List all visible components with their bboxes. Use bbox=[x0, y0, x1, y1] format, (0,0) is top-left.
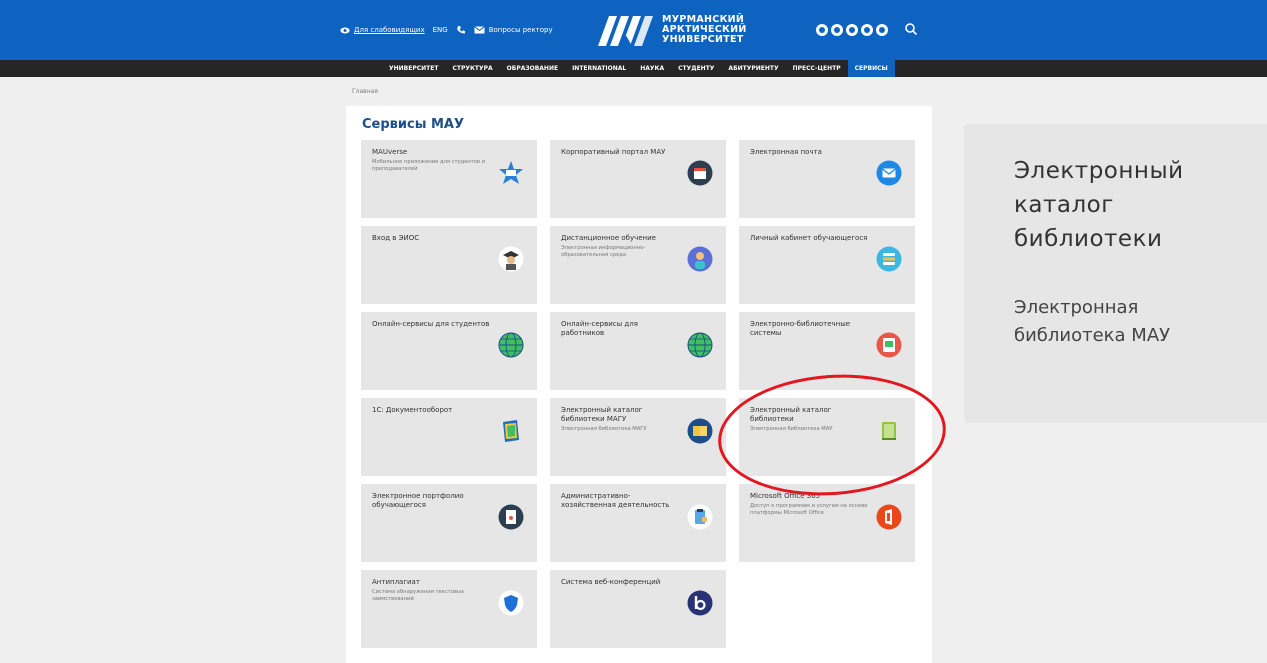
university-logo[interactable]: МУРМАНСКИЙ АРКТИЧЕСКИЙ УНИВЕРСИТЕТ bbox=[598, 6, 747, 54]
service-card-subtitle: Электронная информационно-образовательна… bbox=[561, 245, 646, 258]
service-card-admin[interactable]: Административно-хозяйственная деятельнос… bbox=[550, 484, 726, 562]
book-icon bbox=[687, 418, 713, 444]
service-card-portal[interactable]: Корпоративный портал МАУ bbox=[550, 140, 726, 218]
clipboard-icon bbox=[687, 504, 713, 530]
graduate-icon bbox=[498, 246, 524, 272]
selected-service-card[interactable]: Электронный каталог библиотеки Электронн… bbox=[964, 124, 1267, 423]
list-icon bbox=[876, 246, 902, 272]
selected-service-title: Электронный каталог библиотеки bbox=[1014, 158, 1184, 252]
nav-item-services[interactable]: СЕРВИСЫ bbox=[847, 60, 895, 77]
main-nav: УНИВЕРСИТЕТ СТРУКТУРА ОБРАЗОВАНИЕ INTERN… bbox=[0, 60, 1267, 77]
service-card-title: Онлайн-сервисы для работников bbox=[561, 320, 638, 337]
lang-label: ENG bbox=[432, 26, 448, 34]
service-card-online-staff[interactable]: Онлайн-сервисы для работников bbox=[550, 312, 726, 390]
service-card-webconf[interactable]: Система веб-конференций bbox=[550, 570, 726, 648]
selected-service-subtitle: Электронная библиотека МАУ bbox=[1014, 297, 1171, 346]
service-card-subtitle: Система обнаружения текстовых заимствова… bbox=[372, 589, 465, 602]
service-card-catalog[interactable]: Электронный каталог библиотеки Электронн… bbox=[739, 398, 915, 476]
service-card-ebs[interactable]: Электронно-библиотечные системы bbox=[739, 312, 915, 390]
green-book-icon bbox=[882, 422, 896, 440]
service-card-title: Антиплагиат bbox=[372, 578, 420, 586]
service-card-online-students[interactable]: Онлайн-сервисы для студентов bbox=[361, 312, 537, 390]
service-card-office365[interactable]: Microsoft Office 365 Доступ к программам… bbox=[739, 484, 915, 562]
globe-icon bbox=[687, 332, 713, 358]
service-card-email[interactable]: Электронная почта bbox=[739, 140, 915, 218]
nav-item-applicant[interactable]: АБИТУРИЕНТУ bbox=[721, 60, 785, 77]
vk-icon[interactable] bbox=[816, 24, 828, 36]
search-icon[interactable] bbox=[904, 22, 918, 36]
ok-icon[interactable] bbox=[831, 24, 843, 36]
eye-icon bbox=[340, 27, 350, 33]
mail-icon bbox=[876, 160, 902, 186]
calendar-icon bbox=[687, 160, 713, 186]
service-card-subtitle: Мобильное приложение для студентов и пре… bbox=[372, 159, 486, 172]
service-card-title: Дистанционное обучение bbox=[561, 234, 656, 242]
bbb-icon bbox=[687, 590, 713, 616]
portfolio-icon bbox=[498, 504, 524, 530]
service-card-title: MAUverse bbox=[372, 148, 408, 156]
service-card-title: Онлайн-сервисы для студентов bbox=[372, 320, 490, 328]
page-title: Сервисы МАУ bbox=[362, 117, 465, 132]
nav-item-student[interactable]: СТУДЕНТУ bbox=[671, 60, 721, 77]
service-card-title: Электронный каталог библиотеки bbox=[750, 406, 832, 423]
accessibility-link[interactable]: Для слабовидящих bbox=[340, 26, 425, 34]
telegram-icon[interactable] bbox=[861, 24, 873, 36]
envelope-icon bbox=[473, 26, 485, 34]
nav-item-press[interactable]: ПРЕСС-ЦЕНТР bbox=[786, 60, 848, 77]
social-links bbox=[816, 24, 888, 36]
service-card-catalog-magu[interactable]: Электронный каталог библиотеки МАГУ Элек… bbox=[550, 398, 726, 476]
service-card-antiplagiat[interactable]: Антиплагиат Система обнаружения текстовы… bbox=[361, 570, 537, 648]
rector-link[interactable]: Вопросы ректору bbox=[473, 26, 553, 34]
ebook-icon bbox=[876, 332, 902, 358]
service-card-title: Электронное портфолио обучающегося bbox=[372, 492, 464, 509]
service-card-subtitle: Доступ к программам и услугам на основе … bbox=[750, 503, 868, 516]
services-panel: Сервисы МАУ MAUverse Мобильное приложени… bbox=[346, 106, 932, 663]
service-card-cabinet[interactable]: Личный кабинет обучающегося bbox=[739, 226, 915, 304]
breadcrumb[interactable]: Главная bbox=[352, 88, 378, 95]
header-links: Для слабовидящих ENG Вопросы ректору bbox=[340, 0, 553, 60]
logo-mark-icon bbox=[598, 16, 653, 46]
service-card-title: 1С: Документооборот bbox=[372, 406, 453, 414]
shield-icon bbox=[498, 590, 524, 616]
logo-line: УНИВЕРСИТЕТ bbox=[662, 34, 744, 45]
accessibility-label: Для слабовидящих bbox=[354, 26, 425, 34]
rutube-icon[interactable] bbox=[876, 24, 888, 36]
nav-item-international[interactable]: INTERNATIONAL bbox=[565, 60, 633, 77]
youtube-icon[interactable] bbox=[846, 24, 858, 36]
nav-item-science[interactable]: НАУКА bbox=[633, 60, 671, 77]
service-card-title: Microsoft Office 365 bbox=[750, 492, 821, 500]
top-header: Для слабовидящих ENG Вопросы ректору МУР… bbox=[0, 0, 1267, 60]
lang-switch[interactable]: ENG bbox=[433, 26, 448, 34]
rector-label: Вопросы ректору bbox=[488, 26, 553, 34]
service-card-subtitle: Электронная библиотека МАГУ bbox=[561, 426, 647, 432]
service-card-portfolio[interactable]: Электронное портфолио обучающегося bbox=[361, 484, 537, 562]
service-card-title: Административно-хозяйственная деятельнос… bbox=[561, 492, 670, 509]
service-card-1c[interactable]: 1С: Документооборот bbox=[361, 398, 537, 476]
service-card-title: Электронная почта bbox=[750, 148, 822, 156]
service-card-title: Вход в ЭИОС bbox=[372, 234, 420, 242]
logo-text: МУРМАНСКИЙ АРКТИЧЕСКИЙ УНИВЕРСИТЕТ bbox=[662, 15, 747, 45]
folder-icon bbox=[503, 420, 519, 442]
service-card-title: Корпоративный портал МАУ bbox=[561, 148, 666, 156]
star-app-icon bbox=[499, 161, 523, 184]
service-card-title: Электронно-библиотечные системы bbox=[750, 320, 851, 337]
globe-icon bbox=[498, 332, 524, 358]
nav-item-structure[interactable]: СТРУКТУРА bbox=[445, 60, 499, 77]
phone-icon[interactable] bbox=[456, 25, 466, 35]
office-icon bbox=[876, 504, 902, 530]
service-card-mauverse[interactable]: MAUverse Мобильное приложение для студен… bbox=[361, 140, 537, 218]
service-card-eios[interactable]: Вход в ЭИОС bbox=[361, 226, 537, 304]
service-card-distance[interactable]: Дистанционное обучение Электронная инфор… bbox=[550, 226, 726, 304]
service-card-subtitle: Электронная библиотека МАУ bbox=[750, 426, 833, 432]
service-card-title: Система веб-конференций bbox=[561, 578, 661, 586]
nav-item-university[interactable]: УНИВЕРСИТЕТ bbox=[382, 60, 445, 77]
student-icon bbox=[687, 246, 713, 272]
service-card-title: Личный кабинет обучающегося bbox=[750, 234, 868, 242]
nav-item-education[interactable]: ОБРАЗОВАНИЕ bbox=[500, 60, 565, 77]
service-card-title: Электронный каталог библиотеки МАГУ bbox=[561, 406, 643, 423]
